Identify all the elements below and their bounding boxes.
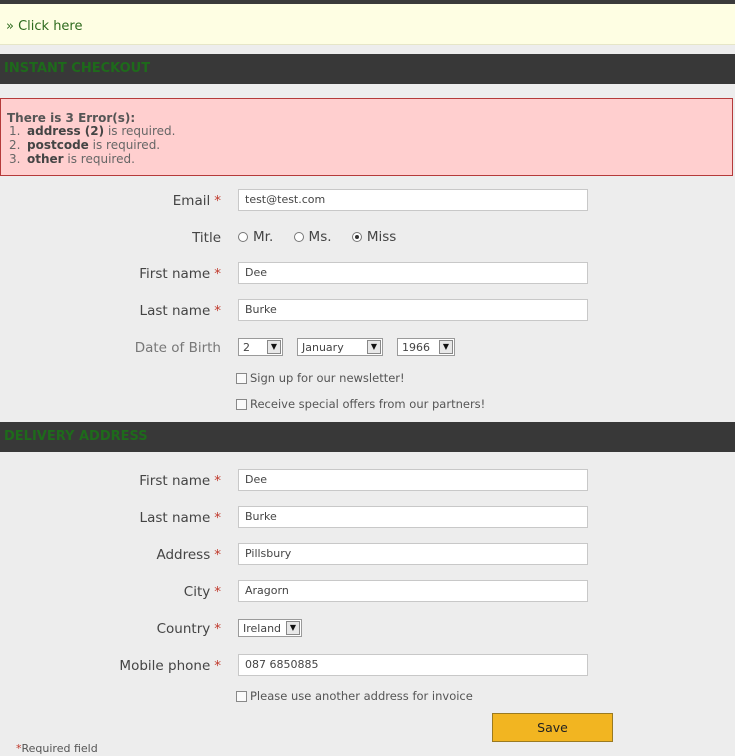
click-here-link[interactable]: » Click here: [6, 19, 83, 34]
save-button[interactable]: Save: [492, 713, 613, 742]
invoice-address-checkbox[interactable]: Please use another address for invoice: [236, 689, 473, 703]
title-radio-mr[interactable]: Mr.: [238, 229, 273, 245]
email-label: Email *: [172, 193, 221, 209]
mobile-label: Mobile phone *: [119, 658, 221, 674]
dob-year-select[interactable]: 1966 ▼: [397, 338, 455, 356]
address-input[interactable]: [238, 543, 588, 565]
chevron-down-icon: ▼: [367, 340, 381, 354]
checkbox-icon: [236, 398, 247, 410]
delivery-address-header: Delivery Address: [0, 422, 735, 452]
section-title: Delivery Address: [4, 429, 148, 444]
address-label: Address *: [156, 547, 221, 563]
email-input[interactable]: [238, 189, 588, 211]
error-box: There is 3 Error(s): 1. address (2) is re…: [0, 98, 733, 176]
error-item: 3. other is required.: [9, 152, 135, 166]
radio-icon: [293, 232, 304, 242]
delivery-last-name-row: Last name *: [0, 506, 735, 532]
email-row: Email *: [0, 189, 735, 215]
section-title: Instant Checkout: [4, 61, 151, 76]
error-item: 2. postcode is required.: [9, 138, 161, 152]
title-label: Title: [192, 230, 221, 246]
last-name-input[interactable]: [238, 299, 588, 321]
title-radio-group: Mr. Ms. Miss: [238, 229, 412, 246]
radio-selected-icon: [351, 232, 362, 242]
last-name-label: Last name *: [139, 303, 221, 319]
newsletter-checkbox[interactable]: Sign up for our newsletter!: [236, 371, 405, 385]
country-label: Country *: [156, 621, 221, 637]
dob-day-select[interactable]: 2 ▼: [238, 338, 283, 356]
address-row: Address *: [0, 543, 735, 569]
checkbox-icon: [236, 690, 247, 702]
chevron-down-icon: ▼: [439, 340, 453, 354]
country-row: Country * Ireland ▼: [0, 619, 735, 645]
delivery-last-name-input[interactable]: [238, 506, 588, 528]
delivery-first-name-label: First name *: [139, 473, 221, 489]
delivery-last-name-label: Last name *: [139, 510, 221, 526]
chevron-down-icon: ▼: [267, 340, 281, 354]
error-list: 1. address (2) is required. 2. postcode is…: [1, 124, 175, 166]
delivery-first-name-input[interactable]: [238, 469, 588, 491]
first-name-row: First name *: [0, 262, 735, 288]
first-name-label: First name *: [139, 266, 221, 282]
mobile-row: Mobile phone *: [0, 654, 735, 680]
error-item: 1. address (2) is required.: [9, 124, 176, 138]
title-radio-miss[interactable]: Miss: [351, 229, 396, 245]
chevron-down-icon: ▼: [286, 621, 300, 635]
error-heading: There is 3 Error(s):: [7, 111, 136, 125]
country-select[interactable]: Ireland ▼: [238, 619, 302, 637]
city-row: City *: [0, 580, 735, 606]
radio-icon: [238, 232, 248, 242]
city-input[interactable]: [238, 580, 588, 602]
dob-month-select[interactable]: January ▼: [297, 338, 383, 356]
delivery-first-name-row: First name *: [0, 469, 735, 495]
notice-banner: » Click here: [0, 4, 735, 45]
title-row: Title Mr. Ms. Miss: [0, 226, 735, 252]
instant-checkout-header: Instant Checkout: [0, 54, 735, 84]
partners-checkbox[interactable]: Receive special offers from our partners…: [236, 397, 485, 411]
dob-row: Date of Birth 2 ▼ January ▼ 1966 ▼: [0, 338, 735, 364]
title-radio-ms[interactable]: Ms.: [293, 229, 332, 245]
required-field-note: *Required field: [16, 742, 98, 755]
city-label: City *: [183, 584, 221, 600]
last-name-row: Last name *: [0, 299, 735, 325]
mobile-input[interactable]: [238, 654, 588, 676]
dob-label: Date of Birth: [134, 340, 221, 356]
checkbox-icon: [236, 372, 247, 384]
first-name-input[interactable]: [238, 262, 588, 284]
